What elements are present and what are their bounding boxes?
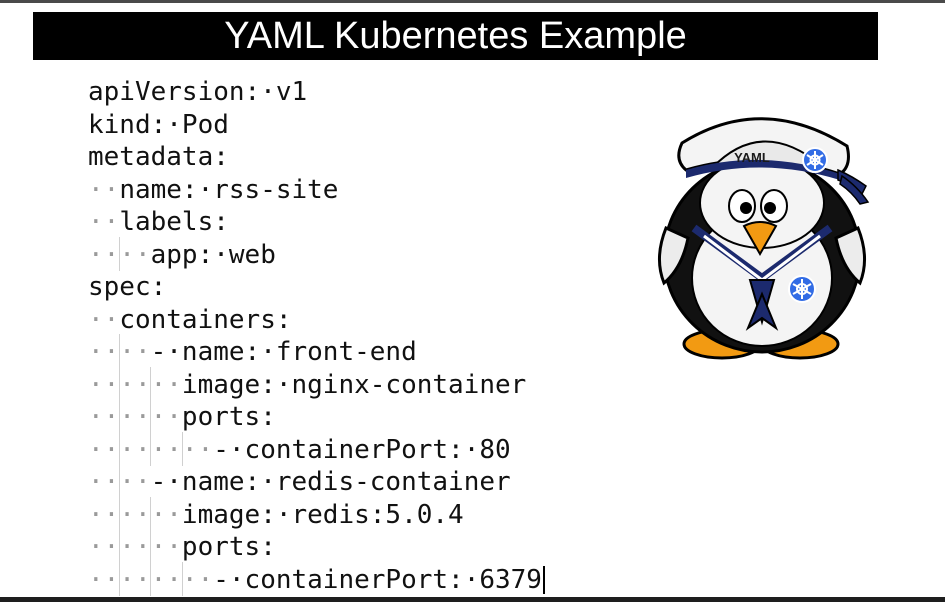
code-line[interactable]: ······image:·nginx-container: [88, 366, 545, 402]
code-text: app:·web: [150, 239, 276, 270]
indent-whitespace: ······: [88, 532, 182, 562]
code-line[interactable]: ······image:·redis:5.0.4: [88, 496, 545, 532]
indent-guide: [119, 366, 121, 401]
indent-whitespace: ······: [88, 499, 182, 530]
indent-guide: [181, 431, 183, 466]
indent-guide: [119, 399, 121, 433]
code-line[interactable]: ········-·containerPort:·80: [88, 431, 545, 467]
indent-guide: [119, 236, 121, 271]
code-text: image:·nginx-container: [181, 369, 527, 400]
code-text: spec:: [88, 272, 167, 302]
code-text: apiVersion:·v1: [88, 77, 308, 107]
code-line[interactable]: ······ports:: [88, 399, 545, 434]
code-text: -·containerPort:·6379: [213, 564, 542, 595]
code-line[interactable]: ····-·name:·redis-container: [88, 464, 545, 499]
indent-whitespace: ··: [88, 207, 120, 237]
code-line[interactable]: ····-·name:·front-end: [88, 334, 545, 369]
indent-guide: [181, 561, 183, 596]
kubernetes-helm-wheel-icon: [802, 147, 828, 173]
code-line[interactable]: ········-·containerPort:·6379: [88, 561, 545, 597]
code-line[interactable]: apiVersion:·v1: [88, 76, 545, 109]
code-text: ports:: [181, 532, 276, 562]
code-text: metadata:: [88, 142, 229, 172]
code-text: name:·rss-site: [119, 174, 339, 205]
code-line[interactable]: kind:·Pod: [88, 109, 545, 142]
indent-guide: [119, 431, 121, 466]
code-line[interactable]: ··containers:: [88, 304, 545, 337]
indent-whitespace: ······: [88, 402, 182, 432]
code-line[interactable]: metadata:: [88, 141, 545, 174]
page-title: YAML Kubernetes Example: [33, 12, 878, 60]
yaml-code-editor[interactable]: apiVersion:·v1 kind:·Pod metadata: ··name:·…: [88, 76, 545, 596]
indent-whitespace: ······: [88, 369, 182, 400]
code-text: -·name:·redis-container: [150, 467, 511, 497]
indent-guide: [150, 399, 152, 433]
indent-guide: [150, 431, 152, 466]
indent-guide: [119, 561, 121, 596]
code-line[interactable]: ····app:·web: [88, 236, 545, 272]
indent-whitespace: ··: [88, 304, 120, 335]
code-text: ports:: [181, 402, 276, 432]
code-line[interactable]: ······ports:: [88, 529, 545, 564]
code-text: kind:·Pod: [88, 109, 229, 140]
code-line[interactable]: ··labels:: [88, 206, 545, 239]
code-text: image:·redis:5.0.4: [181, 499, 464, 530]
code-line[interactable]: spec:: [88, 271, 545, 304]
hat-text: YAML: [734, 150, 770, 165]
indent-guide: [150, 561, 152, 596]
indent-guide: [150, 366, 152, 401]
yaml-sailor-penguin-image: YAML: [652, 108, 872, 368]
indent-guide: [150, 496, 152, 531]
code-text: -·name:·front-end: [150, 337, 417, 367]
code-text: -·containerPort:·80: [213, 434, 511, 465]
indent-guide: [150, 529, 152, 563]
code-text: labels:: [119, 207, 229, 237]
indent-whitespace: ··: [88, 174, 120, 205]
indent-guide: [119, 464, 121, 498]
bottom-border: [0, 597, 945, 602]
code-line[interactable]: ··name:·rss-site: [88, 174, 545, 207]
top-border: [0, 0, 945, 3]
text-cursor: [542, 566, 545, 594]
indent-guide: [119, 529, 121, 563]
code-text: containers:: [119, 304, 292, 335]
indent-guide: [119, 496, 121, 531]
indent-guide: [119, 334, 121, 368]
